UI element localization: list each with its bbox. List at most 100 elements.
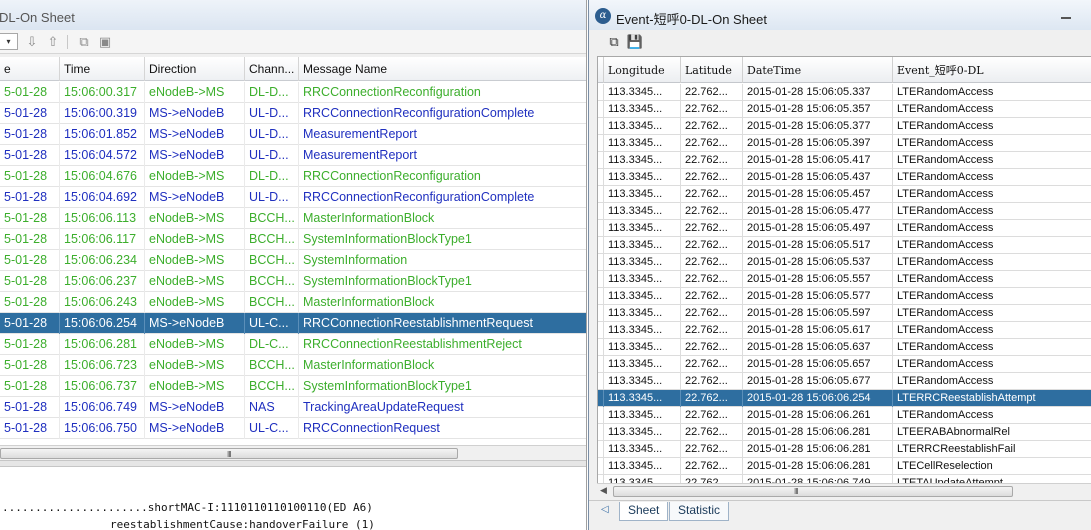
arrow-up-icon[interactable]: ⇧ (45, 34, 61, 50)
tab-sheet[interactable]: Sheet (619, 502, 669, 521)
event-row[interactable]: 113.3345... 22.762... 2015-01-28 15:06:06.… (598, 458, 1091, 475)
cell-date: 5-01-28 (0, 334, 60, 355)
tab-statistic[interactable]: Statistic (669, 502, 730, 521)
right-scroll-thumb[interactable]: III (613, 486, 1013, 497)
event-row[interactable]: 113.3345... 22.762... 2015-01-28 15:06:05.… (598, 220, 1091, 237)
message-row[interactable]: 5-01-28 15:06:01.852 MS->eNodeB UL-D... Meas… (0, 124, 586, 145)
save-icon[interactable]: 💾 (626, 33, 644, 51)
message-row[interactable]: 5-01-28 15:06:06.723 eNodeB->MS BCCH... Mast… (0, 355, 586, 376)
col-header-longitude[interactable]: Longitude (604, 57, 681, 83)
col-header-channel[interactable]: Chann... (245, 57, 299, 81)
cell-channel: BCCH... (245, 271, 299, 292)
event-row[interactable]: 113.3345... 22.762... 2015-01-28 15:06:06.… (598, 424, 1091, 441)
event-table: Longitude Latitude DateTime Event_短呼0-DL… (597, 56, 1091, 486)
message-row[interactable]: 5-01-28 15:06:04.692 MS->eNodeB UL-D... RRCC… (0, 187, 586, 208)
copy-icon[interactable]: ⧉ (76, 34, 92, 50)
cell-latitude: 22.762... (681, 424, 743, 441)
cell-channel: BCCH... (245, 229, 299, 250)
message-row[interactable]: 5-01-28 15:06:06.234 eNodeB->MS BCCH... Syst… (0, 250, 586, 271)
left-horizontal-scrollbar[interactable]: III (0, 445, 586, 460)
event-row[interactable]: 113.3345... 22.762... 2015-01-28 15:06:05.… (598, 84, 1091, 101)
message-row[interactable]: 5-01-28 15:06:06.750 MS->eNodeB UL-C... RRCC… (0, 418, 586, 439)
event-row[interactable]: 113.3345... 22.762... 2015-01-28 15:06:05.… (598, 101, 1091, 118)
filter-combo-dropdown[interactable]: ▾ (0, 33, 18, 50)
cell-time: 15:06:04.692 (60, 187, 145, 208)
event-row[interactable]: 113.3345... 22.762... 2015-01-28 15:06:06.… (598, 441, 1091, 458)
cell-latitude: 22.762... (681, 322, 743, 339)
export-icon[interactable]: ▣ (97, 34, 113, 50)
left-toolbar: ▾ ⇩ ⇧ ⧉ ▣ (0, 30, 586, 54)
cell-longitude: 113.3345... (604, 356, 681, 373)
right-title-bar[interactable]: α Event-短呼0-DL-On Sheet (589, 0, 1091, 30)
cell-direction: eNodeB->MS (145, 250, 245, 271)
cell-datetime: 2015-01-28 15:06:06.254 (743, 390, 893, 407)
message-row[interactable]: 5-01-28 15:06:06.749 MS->eNodeB NAS Tracking… (0, 397, 586, 418)
message-row[interactable]: 5-01-28 15:06:06.737 eNodeB->MS BCCH... Syst… (0, 376, 586, 397)
left-scroll-thumb[interactable]: III (0, 448, 458, 459)
minimize-button[interactable] (1059, 10, 1073, 20)
event-row[interactable]: 113.3345... 22.762... 2015-01-28 15:06:05.… (598, 373, 1091, 390)
event-row[interactable]: 113.3345... 22.762... 2015-01-28 15:06:05.… (598, 339, 1091, 356)
event-row[interactable]: 113.3345... 22.762... 2015-01-28 15:06:05.… (598, 186, 1091, 203)
cell-latitude: 22.762... (681, 441, 743, 458)
event-row[interactable]: 113.3345... 22.762... 2015-01-28 15:06:05.… (598, 305, 1091, 322)
message-row[interactable]: 5-01-28 15:06:06.117 eNodeB->MS BCCH... Syst… (0, 229, 586, 250)
event-row[interactable]: 113.3345... 22.762... 2015-01-28 15:06:05.… (598, 288, 1091, 305)
cell-direction: eNodeB->MS (145, 229, 245, 250)
event-row[interactable]: 113.3345... 22.762... 2015-01-28 15:06:05.… (598, 135, 1091, 152)
event-row[interactable]: 113.3345... 22.762... 2015-01-28 15:06:05.… (598, 203, 1091, 220)
cell-channel: NAS (245, 397, 299, 418)
message-row[interactable]: 5-01-28 15:06:04.676 eNodeB->MS DL-D... RRCC… (0, 166, 586, 187)
message-row[interactable]: 5-01-28 15:06:00.317 eNodeB->MS DL-D... RRCC… (0, 82, 586, 103)
cell-channel: UL-C... (245, 418, 299, 439)
col-header-datetime[interactable]: DateTime (743, 57, 893, 83)
cell-time: 15:06:06.723 (60, 355, 145, 376)
cell-longitude: 113.3345... (604, 373, 681, 390)
col-header-direction[interactable]: Direction (145, 57, 245, 81)
event-row[interactable]: 113.3345... 22.762... 2015-01-28 15:06:05.… (598, 271, 1091, 288)
event-row[interactable]: 113.3345... 22.762... 2015-01-28 15:06:05.… (598, 254, 1091, 271)
pane-splitter[interactable] (0, 460, 586, 467)
col-header-time[interactable]: Time (60, 57, 145, 81)
col-header-event[interactable]: Event_短呼0-DL (893, 57, 1091, 83)
message-row[interactable]: 5-01-28 15:06:06.254 MS->eNodeB UL-C... RRCC… (0, 313, 586, 334)
cell-time: 15:06:01.852 (60, 124, 145, 145)
event-row[interactable]: 113.3345... 22.762... 2015-01-28 15:06:05.… (598, 118, 1091, 135)
cell-time: 15:06:04.572 (60, 145, 145, 166)
event-row[interactable]: 113.3345... 22.762... 2015-01-28 15:06:06.… (598, 390, 1091, 407)
cell-datetime: 2015-01-28 15:06:05.537 (743, 254, 893, 271)
message-row[interactable]: 5-01-28 15:06:00.319 MS->eNodeB UL-D... RRCC… (0, 103, 586, 124)
message-row[interactable]: 5-01-28 15:06:06.281 eNodeB->MS DL-C... RRCC… (0, 334, 586, 355)
event-row[interactable]: 113.3345... 22.762... 2015-01-28 15:06:05.… (598, 169, 1091, 186)
event-row[interactable]: 113.3345... 22.762... 2015-01-28 15:06:05.… (598, 152, 1091, 169)
arrow-down-icon[interactable]: ⇩ (24, 34, 40, 50)
cell-longitude: 113.3345... (604, 288, 681, 305)
tab-nav-left-icon[interactable]: ◁ (601, 504, 609, 515)
cell-channel: DL-D... (245, 166, 299, 187)
col-header-message-name[interactable]: Message Name (299, 57, 586, 81)
message-row[interactable]: 5-01-28 15:06:06.113 eNodeB->MS BCCH... Mast… (0, 208, 586, 229)
cell-time: 15:06:06.737 (60, 376, 145, 397)
event-row[interactable]: 113.3345... 22.762... 2015-01-28 15:06:05.… (598, 237, 1091, 254)
event-row[interactable]: 113.3345... 22.762... 2015-01-28 15:06:05.… (598, 322, 1091, 339)
col-header-date[interactable]: e (0, 57, 60, 81)
message-row[interactable]: 5-01-28 15:06:06.243 eNodeB->MS BCCH... Mast… (0, 292, 586, 313)
event-row[interactable]: 113.3345... 22.762... 2015-01-28 15:06:05.… (598, 356, 1091, 373)
message-row[interactable]: 5-01-28 15:06:06.237 eNodeB->MS BCCH... Syst… (0, 271, 586, 292)
left-title-bar[interactable]: DL-On Sheet (0, 0, 586, 30)
cell-event: LTERRCReestablishAttempt (893, 390, 1091, 407)
cell-datetime: 2015-01-28 15:06:05.477 (743, 203, 893, 220)
copy-icon[interactable]: ⧉ (605, 33, 623, 51)
message-row[interactable]: 5-01-28 15:06:04.572 MS->eNodeB UL-D... Meas… (0, 145, 586, 166)
event-row[interactable]: 113.3345... 22.762... 2015-01-28 15:06:06.… (598, 407, 1091, 424)
right-horizontal-scrollbar[interactable]: ◀ III (597, 483, 1091, 498)
col-header-latitude[interactable]: Latitude (681, 57, 743, 83)
cell-channel: BCCH... (245, 208, 299, 229)
scroll-left-icon[interactable]: ◀ (600, 485, 607, 496)
cell-longitude: 113.3345... (604, 237, 681, 254)
cell-message-name: RRCConnectionReestablishmentReject (299, 334, 586, 355)
cell-message-name: MeasurementReport (299, 124, 586, 145)
cell-date: 5-01-28 (0, 397, 60, 418)
cell-datetime: 2015-01-28 15:06:05.397 (743, 135, 893, 152)
cell-direction: eNodeB->MS (145, 271, 245, 292)
